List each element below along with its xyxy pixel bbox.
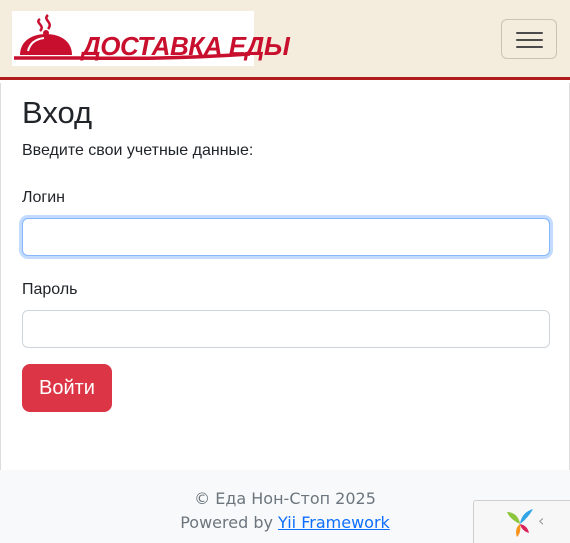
yii-framework-link[interactable]: Yii Framework bbox=[278, 513, 390, 532]
logo-text: ДОСТАВКА ЕДЫ bbox=[82, 31, 290, 61]
username-input[interactable] bbox=[22, 218, 550, 256]
yii-logo-icon bbox=[507, 509, 533, 537]
site-logo[interactable]: ДОСТАВКА ЕДЫ bbox=[12, 11, 290, 66]
login-section: Вход Введите свои учетные данные: Логин … bbox=[0, 83, 570, 470]
password-input[interactable] bbox=[22, 310, 550, 348]
hamburger-icon bbox=[516, 46, 543, 48]
chevron-left-icon[interactable]: ‹ bbox=[538, 511, 544, 530]
username-label: Логин bbox=[22, 189, 66, 206]
page-subtitle: Введите свои учетные данные: bbox=[22, 142, 254, 159]
hamburger-icon bbox=[516, 32, 543, 34]
page-title: Вход bbox=[22, 95, 93, 130]
navbar: ДОСТАВКА ЕДЫ bbox=[0, 0, 570, 80]
navbar-toggle-button[interactable] bbox=[501, 19, 557, 59]
password-label: Пароль bbox=[22, 281, 78, 298]
yii-debug-toolbar[interactable]: ‹ bbox=[473, 500, 570, 543]
hamburger-icon bbox=[516, 39, 543, 41]
powered-by-prefix: Powered by bbox=[180, 513, 279, 532]
login-button[interactable]: Войти bbox=[22, 364, 112, 412]
